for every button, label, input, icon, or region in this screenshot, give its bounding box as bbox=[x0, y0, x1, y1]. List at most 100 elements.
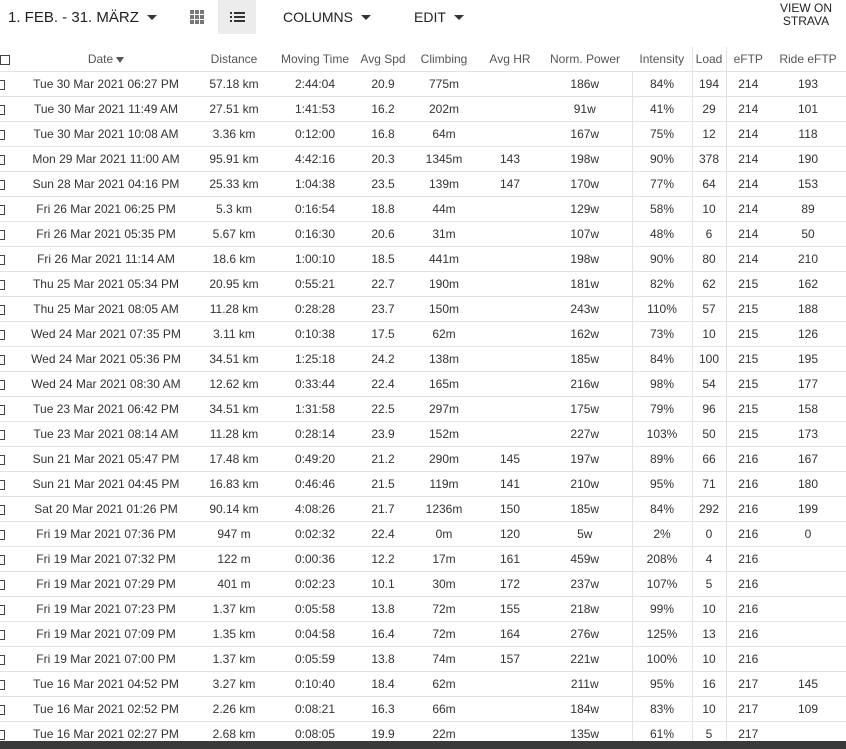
col-header-intensity[interactable]: Intensity bbox=[632, 47, 692, 72]
columns-button[interactable]: COLUMNS bbox=[283, 0, 372, 34]
row-select-cell bbox=[0, 421, 14, 447]
ride-eftp-cell: 167 bbox=[770, 446, 846, 472]
row-checkbox[interactable] bbox=[0, 529, 5, 540]
row-checkbox[interactable] bbox=[0, 279, 5, 290]
climbing-cell: 139m bbox=[406, 171, 482, 197]
row-checkbox[interactable] bbox=[0, 154, 5, 165]
norm-power-cell: 276w bbox=[538, 621, 633, 647]
table-row[interactable]: Fri 26 Mar 2021 06:25 PM 5.3 km 0:16:54 18.… bbox=[0, 196, 846, 222]
table-row[interactable]: Wed 24 Mar 2021 08:30 AM 12.62 km 0:33:44 2… bbox=[0, 371, 846, 397]
row-checkbox[interactable] bbox=[0, 629, 5, 640]
row-checkbox[interactable] bbox=[0, 429, 5, 440]
caret-down-icon bbox=[453, 14, 464, 20]
norm-power-cell: 459w bbox=[538, 546, 633, 572]
row-checkbox[interactable] bbox=[0, 679, 5, 690]
table-row[interactable]: Tue 30 Mar 2021 06:27 PM 57.18 km 2:44:04 2… bbox=[0, 71, 846, 97]
col-header-ride-eftp[interactable]: Ride eFTP bbox=[770, 47, 846, 72]
row-checkbox[interactable] bbox=[0, 79, 5, 90]
table-row[interactable]: Fri 26 Mar 2021 05:35 PM 5.67 km 0:16:30 20… bbox=[0, 221, 846, 247]
date-cell: Fri 19 Mar 2021 07:36 PM bbox=[14, 521, 198, 547]
intensity-cell: 77% bbox=[632, 171, 692, 197]
row-checkbox[interactable] bbox=[0, 129, 5, 140]
row-checkbox[interactable] bbox=[0, 329, 5, 340]
moving-time-cell: 0:02:32 bbox=[270, 521, 360, 547]
table-row[interactable]: Fri 19 Mar 2021 07:00 PM 1.37 km 0:05:59 13… bbox=[0, 646, 846, 672]
row-checkbox[interactable] bbox=[0, 454, 5, 465]
distance-cell: 5.67 km bbox=[198, 221, 270, 247]
avg-spd-cell: 13.8 bbox=[360, 596, 406, 622]
load-cell: 4 bbox=[691, 546, 727, 572]
col-header-avg-hr[interactable]: Avg HR bbox=[482, 47, 538, 72]
table-row[interactable]: Fri 19 Mar 2021 07:36 PM 947 m 0:02:32 22.4… bbox=[0, 521, 846, 547]
view-on-strava-link[interactable]: VIEW ON STRAVA bbox=[780, 2, 832, 28]
col-header-climbing[interactable]: Climbing bbox=[406, 47, 482, 72]
row-checkbox[interactable] bbox=[0, 229, 5, 240]
avg-hr-cell bbox=[482, 671, 538, 697]
table-row[interactable]: Wed 24 Mar 2021 07:35 PM 3.11 km 0:10:38 17… bbox=[0, 321, 846, 347]
table-row[interactable]: Sun 28 Mar 2021 04:16 PM 25.33 km 1:04:38 2… bbox=[0, 171, 846, 197]
eftp-cell: 214 bbox=[726, 71, 770, 97]
climbing-cell: 17m bbox=[406, 546, 482, 572]
ride-eftp-cell: 153 bbox=[770, 171, 846, 197]
avg-spd-cell: 16.8 bbox=[360, 121, 406, 147]
date-range-dropdown[interactable]: 1. FEB. - 31. MÄRZ bbox=[8, 0, 157, 34]
table-row[interactable]: Tue 16 Mar 2021 04:52 PM 3.27 km 0:10:40 18… bbox=[0, 671, 846, 697]
climbing-cell: 64m bbox=[406, 121, 482, 147]
row-checkbox[interactable] bbox=[0, 654, 5, 665]
table-row[interactable]: Fri 19 Mar 2021 07:32 PM 122 m 0:00:36 12.2… bbox=[0, 546, 846, 572]
date-cell: Thu 25 Mar 2021 05:34 PM bbox=[14, 271, 198, 297]
col-header-norm-power[interactable]: Norm. Power bbox=[538, 47, 632, 72]
col-header-date[interactable]: Date bbox=[14, 47, 198, 72]
table-row[interactable]: Tue 23 Mar 2021 06:42 PM 34.51 km 1:31:58 2… bbox=[0, 396, 846, 422]
intensity-cell: 2% bbox=[632, 521, 692, 547]
row-checkbox[interactable] bbox=[0, 404, 5, 415]
table-row[interactable]: Fri 19 Mar 2021 07:29 PM 401 m 0:02:23 10.1… bbox=[0, 571, 846, 597]
ride-eftp-cell: 89 bbox=[770, 196, 846, 222]
table-row[interactable]: Mon 29 Mar 2021 11:00 AM 95.91 km 4:42:16 2… bbox=[0, 146, 846, 172]
table-row[interactable]: Thu 25 Mar 2021 05:34 PM 20.95 km 0:55:21 2… bbox=[0, 271, 846, 297]
row-checkbox[interactable] bbox=[0, 254, 5, 265]
table-row[interactable]: Wed 24 Mar 2021 05:36 PM 34.51 km 1:25:18 2… bbox=[0, 346, 846, 372]
col-header-moving-time[interactable]: Moving Time bbox=[270, 47, 360, 72]
table-row[interactable]: Fri 19 Mar 2021 07:23 PM 1.37 km 0:05:58 13… bbox=[0, 596, 846, 622]
date-cell: Sat 20 Mar 2021 01:26 PM bbox=[14, 496, 198, 522]
edit-button[interactable]: EDIT bbox=[414, 0, 464, 34]
row-checkbox[interactable] bbox=[0, 104, 5, 115]
table-row[interactable]: Sat 20 Mar 2021 01:26 PM 90.14 km 4:08:26 2… bbox=[0, 496, 846, 522]
grid-view-button[interactable] bbox=[178, 0, 216, 34]
row-checkbox[interactable] bbox=[0, 729, 5, 740]
select-all-checkbox[interactable] bbox=[0, 54, 10, 65]
row-checkbox[interactable] bbox=[0, 379, 5, 390]
table-row[interactable]: Tue 16 Mar 2021 02:52 PM 2.26 km 0:08:21 16… bbox=[0, 696, 846, 722]
row-checkbox[interactable] bbox=[0, 204, 5, 215]
date-cell: Thu 25 Mar 2021 08:05 AM bbox=[14, 296, 198, 322]
moving-time-cell: 0:05:58 bbox=[270, 596, 360, 622]
table-row[interactable]: Sun 21 Mar 2021 04:45 PM 16.83 km 0:46:46 2… bbox=[0, 471, 846, 497]
list-view-button[interactable] bbox=[218, 0, 256, 34]
row-checkbox[interactable] bbox=[0, 579, 5, 590]
table-row[interactable]: Thu 25 Mar 2021 08:05 AM 11.28 km 0:28:28 2… bbox=[0, 296, 846, 322]
table-row[interactable]: Fri 19 Mar 2021 07:09 PM 1.35 km 0:04:58 16… bbox=[0, 621, 846, 647]
load-cell: 194 bbox=[691, 71, 727, 97]
row-checkbox[interactable] bbox=[0, 354, 5, 365]
avg-hr-cell bbox=[482, 221, 538, 247]
row-checkbox[interactable] bbox=[0, 504, 5, 515]
date-cell: Tue 30 Mar 2021 06:27 PM bbox=[14, 71, 198, 97]
row-checkbox[interactable] bbox=[0, 704, 5, 715]
table-row[interactable]: Fri 26 Mar 2021 11:14 AM 18.6 km 1:00:10 18… bbox=[0, 246, 846, 272]
row-checkbox[interactable] bbox=[0, 604, 5, 615]
table-row[interactable]: Tue 23 Mar 2021 08:14 AM 11.28 km 0:28:14 2… bbox=[0, 421, 846, 447]
col-header-eftp[interactable]: eFTP bbox=[726, 47, 770, 72]
table-row[interactable]: Tue 30 Mar 2021 11:49 AM 27.51 km 1:41:53 1… bbox=[0, 96, 846, 122]
table-row[interactable]: Tue 30 Mar 2021 10:08 AM 3.36 km 0:12:00 16… bbox=[0, 121, 846, 147]
row-checkbox[interactable] bbox=[0, 304, 5, 315]
row-checkbox[interactable] bbox=[0, 554, 5, 565]
col-header-distance[interactable]: Distance bbox=[198, 47, 270, 72]
table-row[interactable]: Sun 21 Mar 2021 05:47 PM 17.48 km 0:49:20 2… bbox=[0, 446, 846, 472]
norm-power-cell: 243w bbox=[538, 296, 633, 322]
row-checkbox[interactable] bbox=[0, 479, 5, 490]
row-checkbox[interactable] bbox=[0, 179, 5, 190]
eftp-cell: 215 bbox=[726, 271, 770, 297]
col-header-load[interactable]: Load bbox=[691, 47, 727, 72]
col-header-avg-spd[interactable]: Avg Spd bbox=[360, 47, 406, 72]
